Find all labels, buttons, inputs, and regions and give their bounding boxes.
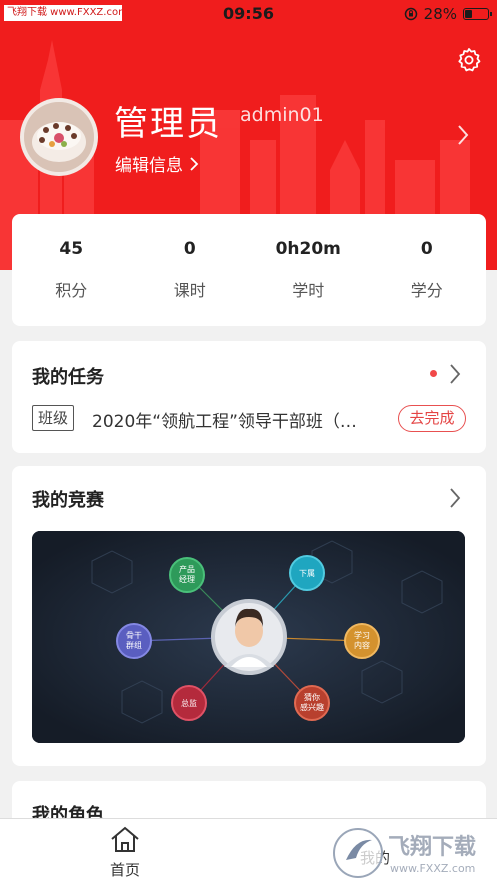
- rotation-lock-icon: [404, 7, 417, 21]
- my-contests-title: 我的竞赛: [32, 490, 104, 511]
- edit-info-link[interactable]: 编辑信息: [115, 151, 199, 176]
- node-subordinate: 下属: [299, 569, 315, 578]
- stat-value: 45: [59, 239, 84, 259]
- go-complete-button[interactable]: 去完成: [398, 405, 466, 432]
- node-learning-content-l2: 内容: [354, 640, 370, 650]
- stat-credits[interactable]: 0 学分: [368, 214, 487, 326]
- tasks-chevron-right-icon[interactable]: [448, 363, 462, 385]
- node-backbone-l2: 群组: [126, 640, 142, 650]
- stat-value: 0: [420, 239, 433, 259]
- my-tasks-title: 我的任务: [32, 367, 104, 388]
- relationship-network-graphic: 产品 经理 下属 学习 内容 猜你 感兴趣 总监 骨干 群组: [32, 531, 465, 743]
- stat-label: 积分: [55, 281, 88, 300]
- my-tasks-card: 我的任务 班级 2020年“领航工程”领导干部班（… 去完成: [12, 341, 486, 453]
- bottom-navigation: 首页 我的 飞翔下载 www.FXXZ.com: [0, 818, 497, 883]
- nav-home-label: 首页: [109, 861, 140, 879]
- node-product-manager-l1: 产品: [179, 564, 195, 574]
- node-director: 总监: [181, 698, 197, 708]
- stat-label: 课时: [173, 281, 206, 300]
- chevron-right-icon: [190, 156, 199, 171]
- user-id: admin01: [240, 104, 324, 126]
- node-guess-interest-l1: 猜你: [304, 692, 320, 702]
- task-title[interactable]: 2020年“领航工程”领导干部班（…: [92, 407, 388, 432]
- home-icon: [111, 826, 139, 852]
- stat-points[interactable]: 45 积分: [12, 214, 131, 326]
- watermark-logo-url: www.FXXZ.com: [390, 862, 475, 875]
- stat-lessons[interactable]: 0 课时: [131, 214, 250, 326]
- settings-gear-icon[interactable]: [455, 46, 483, 74]
- contests-chevron-right-icon[interactable]: [448, 487, 462, 509]
- node-backbone-l1: 骨干: [126, 631, 142, 640]
- node-learning-content-l1: 学习: [354, 630, 370, 640]
- status-bar: 飞翔下载 www.FXXZ.com 09:56 28%: [0, 0, 497, 28]
- edit-info-label: 编辑信息: [115, 156, 183, 176]
- node-product-manager-l2: 经理: [179, 574, 195, 584]
- avatar-cake-image: [24, 102, 94, 172]
- stat-label: 学时: [292, 281, 325, 300]
- stat-study-hours[interactable]: 0h20m 学时: [249, 214, 368, 326]
- battery-fill: [465, 10, 472, 18]
- task-type-tag: 班级: [32, 405, 74, 431]
- stats-card: 45 积分 0 课时 0h20m 学时 0 学分: [12, 214, 486, 326]
- my-contests-card: 我的竞赛 产品 经理 下属 学习 内容 猜你 感兴趣 总监 骨干 群组: [12, 466, 486, 766]
- stat-value: 0h20m: [275, 239, 341, 259]
- battery-percent: 28%: [423, 5, 457, 23]
- notification-dot: [430, 370, 437, 377]
- status-right: 28%: [404, 5, 492, 23]
- stat-label: 学分: [410, 281, 443, 300]
- watermark-logo-text: 飞翔下载: [388, 834, 476, 860]
- nav-home[interactable]: 首页: [95, 825, 155, 880]
- avatar[interactable]: [20, 98, 98, 176]
- contest-banner[interactable]: 产品 经理 下属 学习 内容 猜你 感兴趣 总监 骨干 群组: [32, 531, 465, 743]
- stat-value: 0: [183, 239, 196, 259]
- profile-chevron-right-icon[interactable]: [456, 124, 470, 146]
- watermark-logo: 飞翔下载 www.FXXZ.com: [333, 828, 476, 878]
- user-name: 管理员: [114, 104, 222, 144]
- node-guess-interest-l2: 感兴趣: [300, 702, 324, 712]
- battery-icon: [463, 8, 492, 20]
